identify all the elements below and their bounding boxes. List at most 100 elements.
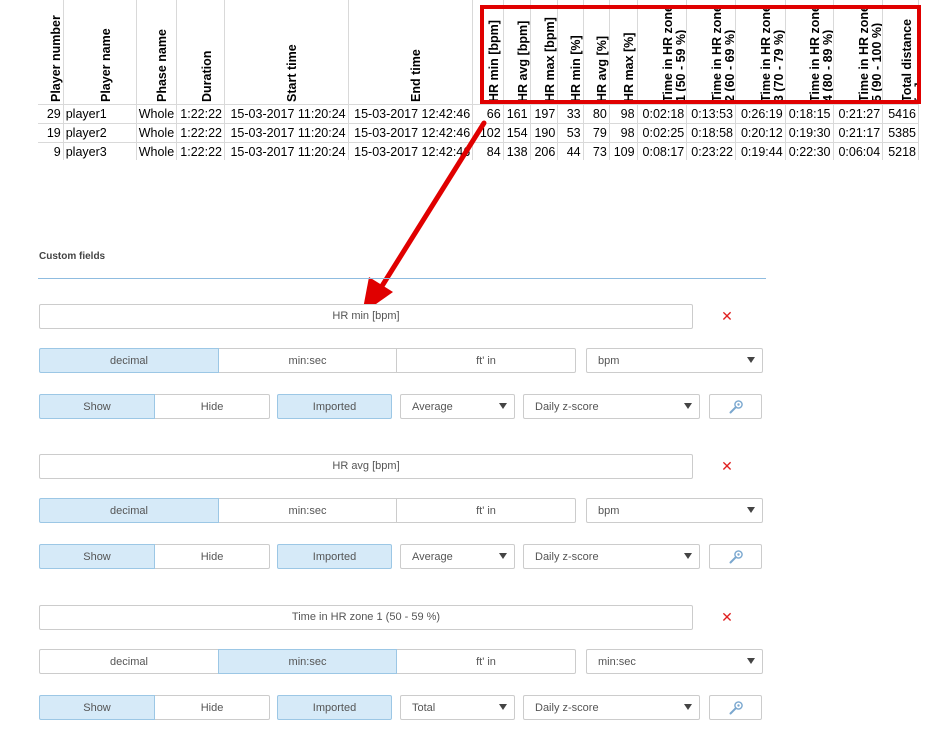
field-name-input[interactable]: HR avg [bpm] xyxy=(39,454,693,479)
visibility-option-0[interactable]: Show xyxy=(39,394,155,419)
column-header-label: HR max [bpm] xyxy=(542,16,557,102)
column-header: Duration xyxy=(176,0,226,105)
visibility-option-1[interactable]: Hide xyxy=(154,394,270,419)
data-table: Player number Player name Phase name Durati… xyxy=(38,0,919,160)
format-option-1[interactable]: min:sec xyxy=(218,498,397,523)
table-cell: 29 xyxy=(38,104,64,124)
column-header: Player name xyxy=(63,0,137,105)
table-cell: 197 xyxy=(530,104,559,124)
score-select[interactable]: Daily z-score xyxy=(523,695,700,720)
column-header-label: Total distance [m] xyxy=(899,18,919,102)
column-header-label: HR max [%] xyxy=(622,32,636,101)
visibility-option-0[interactable]: Show xyxy=(39,544,155,569)
chevron-down-icon xyxy=(684,553,692,559)
column-header-line: [m] xyxy=(912,82,919,102)
format-option-1[interactable]: min:sec xyxy=(218,649,397,674)
column-header-line: HR max [bpm] xyxy=(542,16,557,102)
format-option-0[interactable]: decimal xyxy=(39,649,219,674)
column-header-label: Time in HR zone 3 (70 - 79 %) xyxy=(759,4,786,102)
table-cell: 53 xyxy=(557,123,584,143)
visibility-option-1[interactable]: Hide xyxy=(154,695,270,720)
table-cell: 1:22:22 xyxy=(176,123,226,143)
aggregation-select[interactable]: Total xyxy=(400,695,515,720)
column-header-label: Time in HR zone2 (60 - 69 %) xyxy=(710,4,734,101)
aggregation-select[interactable]: Average xyxy=(400,394,515,419)
column-header-label: Player name xyxy=(99,28,113,102)
imported-toggle[interactable]: Imported xyxy=(277,544,392,569)
format-selector: decimal min:sec ft' in xyxy=(39,348,576,373)
column-header-line: Total distance xyxy=(899,18,914,102)
table-cell: player2 xyxy=(63,123,137,143)
format-option-2[interactable]: ft' in xyxy=(396,348,576,373)
score-select[interactable]: Daily z-score xyxy=(523,394,700,419)
field-settings-button[interactable] xyxy=(709,695,762,720)
visibility-toggle: Show Hide xyxy=(39,695,270,720)
column-header-label: Time in HR zone 1 (50 - 59 %) xyxy=(661,4,686,101)
table-cell: 98 xyxy=(609,123,638,143)
field-settings-button[interactable] xyxy=(709,544,762,569)
table-cell: 84 xyxy=(472,142,504,160)
table-cell: 44 xyxy=(557,142,584,160)
table-cell: 0:02:25 xyxy=(637,123,688,143)
visibility-option-0[interactable]: Show xyxy=(39,695,155,720)
table-cell: 79 xyxy=(583,123,610,143)
column-header: Player number xyxy=(38,0,64,105)
close-icon[interactable]: ✕ xyxy=(718,457,736,475)
column-header-label: HR avg [%] xyxy=(595,35,610,102)
format-selector: decimal min:sec ft' in xyxy=(39,649,576,674)
column-header: Time in HR zone 3 (70 - 79 %) xyxy=(735,0,786,105)
format-option-0[interactable]: decimal xyxy=(39,498,219,523)
field-settings-button[interactable] xyxy=(709,394,762,419)
format-option-0[interactable]: decimal xyxy=(39,348,219,373)
aggregation-select[interactable]: Average xyxy=(400,544,515,569)
column-header: HR avg [bpm] xyxy=(503,0,531,105)
format-option-1[interactable]: min:sec xyxy=(218,348,397,373)
table-cell: 80 xyxy=(583,104,610,124)
table-cell: 161 xyxy=(503,104,531,124)
score-select-value: Daily z-score xyxy=(535,701,599,714)
format-selector: decimal min:sec ft' in xyxy=(39,498,576,523)
score-select-value: Daily z-score xyxy=(535,400,599,413)
table-cell: 0:26:19 xyxy=(735,104,786,124)
close-icon[interactable]: ✕ xyxy=(718,307,736,325)
table-row: 29 player1 Whole 1:22:22 15-03-2017 11:20:24… xyxy=(38,104,919,124)
format-option-2[interactable]: ft' in xyxy=(396,649,576,674)
unit-select[interactable]: bpm xyxy=(586,498,763,523)
chevron-down-icon xyxy=(747,357,755,363)
column-header-line: 3 (70 - 79 %) xyxy=(772,29,786,102)
close-icon[interactable]: ✕ xyxy=(718,608,736,626)
unit-select[interactable]: min:sec xyxy=(586,649,763,674)
field-name-input[interactable]: HR min [bpm] xyxy=(39,304,693,329)
column-header-label: HR min [%] xyxy=(569,35,582,102)
column-header: End time xyxy=(348,0,474,105)
table-cell: 0:20:12 xyxy=(735,123,786,143)
table-cell: 98 xyxy=(609,104,638,124)
table-cell: 1:22:22 xyxy=(176,142,226,160)
table-cell: 0:18:58 xyxy=(686,123,736,143)
chevron-down-icon xyxy=(684,704,692,710)
column-header: HR max [bpm] xyxy=(530,0,559,105)
visibility-option-1[interactable]: Hide xyxy=(154,544,270,569)
imported-toggle[interactable]: Imported xyxy=(277,695,392,720)
header-row: Player number Player name Phase name Durati… xyxy=(38,0,919,105)
format-option-2[interactable]: ft' in xyxy=(396,498,576,523)
field-name-input[interactable]: Time in HR zone 1 (50 - 59 %) xyxy=(39,605,693,630)
column-header-line: HR avg [%] xyxy=(595,35,610,102)
table-cell: 73 xyxy=(583,142,610,160)
chevron-down-icon xyxy=(499,704,507,710)
chevron-down-icon xyxy=(747,507,755,513)
imported-toggle[interactable]: Imported xyxy=(277,394,392,419)
table-cell: 19 xyxy=(38,123,64,143)
column-header-label: Player number xyxy=(49,15,62,102)
table-cell: 154 xyxy=(503,123,531,143)
aggregation-select-value: Total xyxy=(412,701,436,714)
table-cell: player3 xyxy=(63,142,137,160)
score-select[interactable]: Daily z-score xyxy=(523,544,700,569)
column-header-line: Time in HR zone xyxy=(856,4,871,102)
table-cell: 0:19:30 xyxy=(785,123,834,143)
table-cell: 33 xyxy=(557,104,584,124)
column-header-line: Duration xyxy=(199,50,214,102)
column-header-label: End time xyxy=(409,49,423,102)
unit-select[interactable]: bpm xyxy=(586,348,763,373)
score-select-value: Daily z-score xyxy=(535,550,599,563)
